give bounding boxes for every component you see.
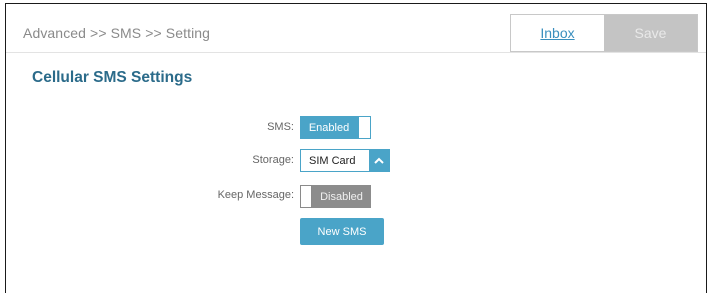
sms-label: SMS: xyxy=(267,121,294,133)
page-title: Cellular SMS Settings xyxy=(32,69,193,86)
header-divider xyxy=(6,52,706,53)
storage-select-value: SIM Card xyxy=(309,154,356,167)
keep-message-toggle[interactable]: Disabled xyxy=(300,185,371,208)
storage-select[interactable]: SIM Card xyxy=(300,149,390,172)
keep-message-label: Keep Message: xyxy=(217,189,294,201)
keep-message-toggle-knob xyxy=(300,185,312,208)
save-button[interactable]: Save xyxy=(604,15,697,51)
chevron-up-icon xyxy=(369,150,389,171)
breadcrumb: Advanced >> SMS >> Setting xyxy=(23,25,211,41)
keep-message-toggle-state: Disabled xyxy=(312,185,371,208)
sms-toggle-knob xyxy=(358,116,371,139)
inbox-button[interactable]: Inbox xyxy=(511,15,604,51)
new-sms-button[interactable]: New SMS xyxy=(300,218,384,245)
header-button-group: Inbox Save xyxy=(510,14,698,52)
sms-toggle[interactable]: Enabled xyxy=(300,116,371,139)
sms-toggle-state: Enabled xyxy=(300,116,358,139)
storage-label: Storage: xyxy=(252,154,294,166)
